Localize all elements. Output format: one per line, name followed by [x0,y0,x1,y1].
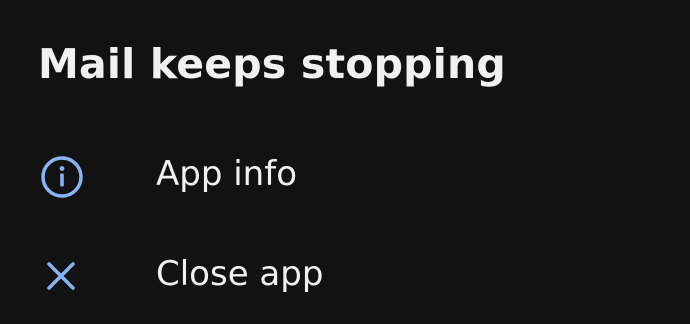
info-icon [38,153,86,201]
close-icon [38,253,86,301]
app-crash-dialog: Mail keeps stopping App info Close app [0,0,690,324]
app-info-button[interactable]: App info [0,134,690,216]
close-app-button[interactable]: Close app [0,234,690,316]
close-app-label: Close app [156,254,324,294]
app-info-label: App info [156,154,297,194]
dialog-title: Mail keeps stopping [38,40,506,88]
